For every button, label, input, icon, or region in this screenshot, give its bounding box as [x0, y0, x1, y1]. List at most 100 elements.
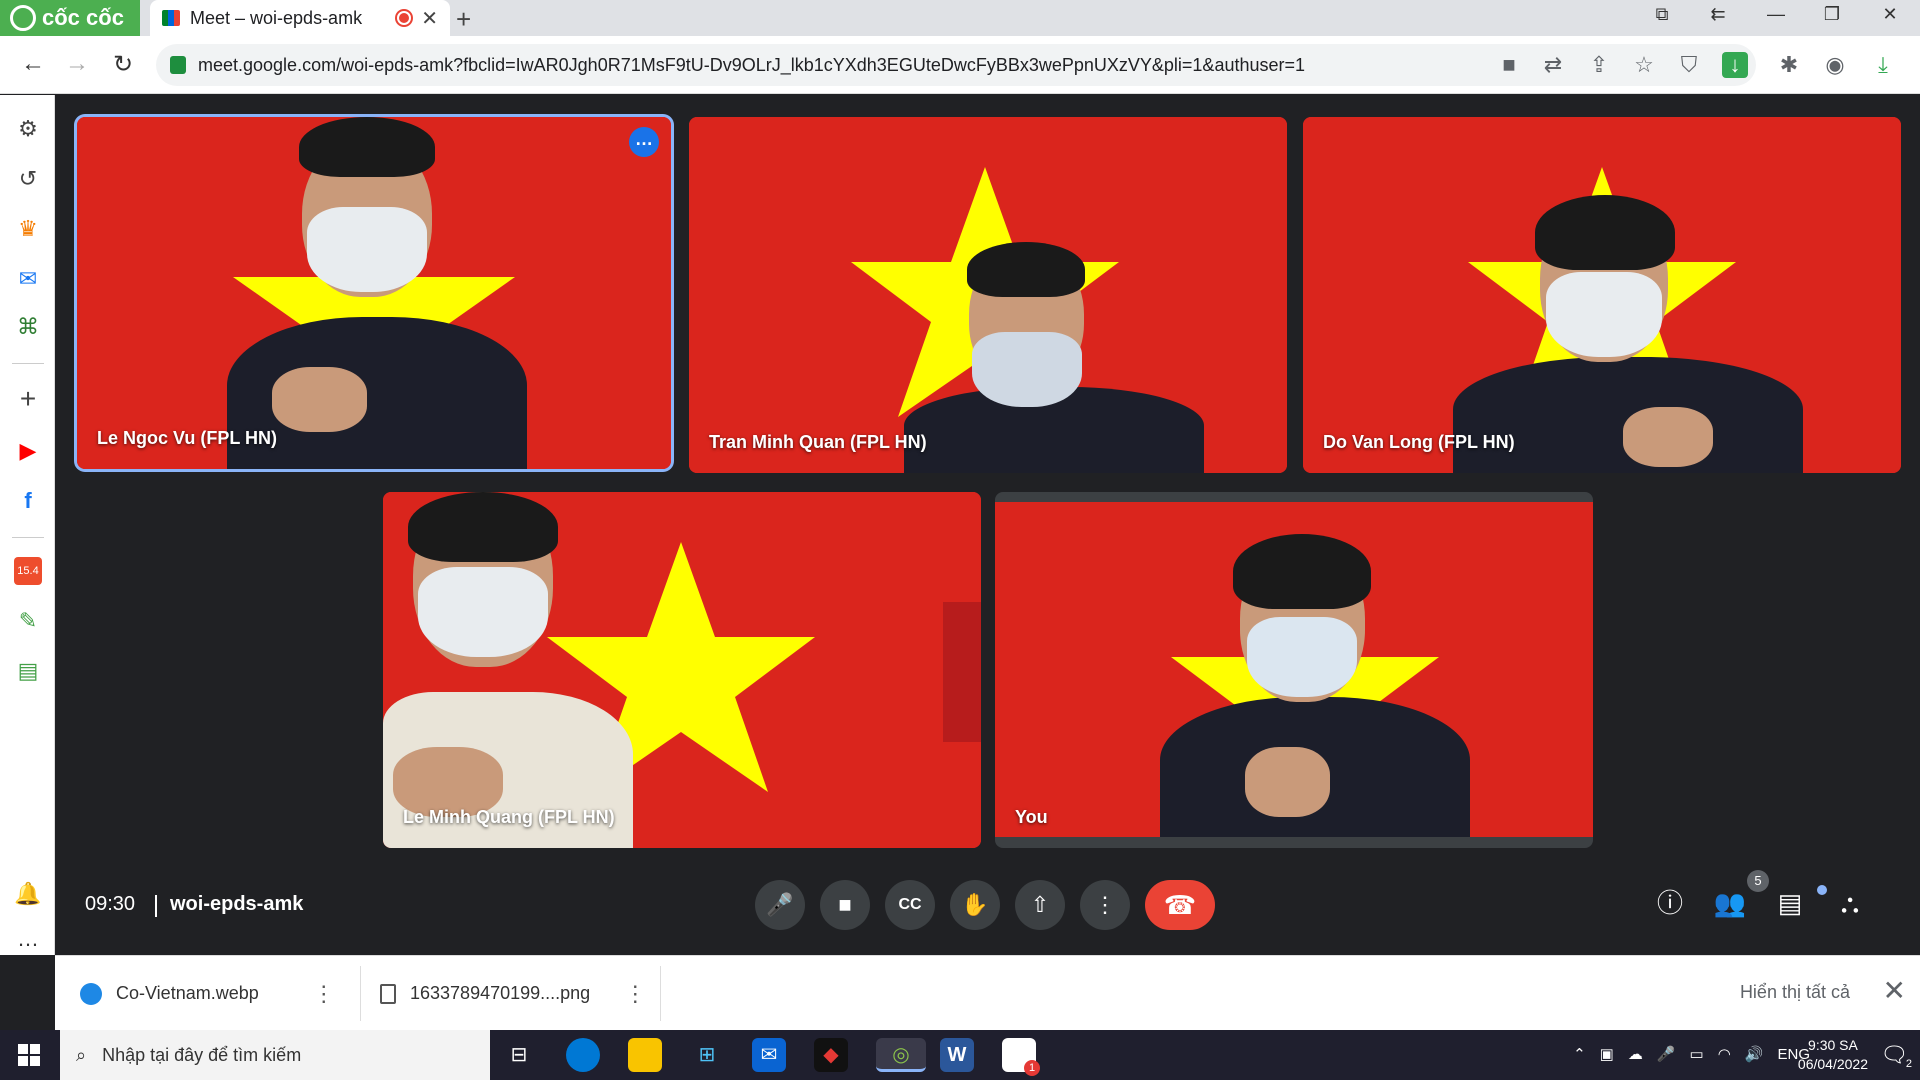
- windows-start-icon[interactable]: [18, 1044, 40, 1066]
- taskbar-search[interactable]: ⌕ Nhập tại đây để tìm kiếm: [60, 1030, 490, 1080]
- edge-file-icon: [80, 982, 102, 1005]
- forward-button[interactable]: →: [62, 50, 92, 78]
- chevron-up-icon[interactable]: ⌃: [1573, 1045, 1586, 1063]
- participant-hair: [1233, 534, 1371, 609]
- gamepad-icon[interactable]: ⌘: [14, 313, 42, 341]
- participant-name: Le Ngoc Vu (FPL HN): [97, 428, 277, 448]
- meeting-code: woi-epds-amk: [170, 893, 304, 915]
- search-icon: ⌕: [76, 1044, 87, 1065]
- meet-favicon-icon: [162, 10, 180, 26]
- captions-button[interactable]: CC: [885, 880, 935, 930]
- microphone-tray-icon[interactable]: 🎤: [1657, 1045, 1676, 1063]
- coccoc-logo[interactable]: cốc cốc: [0, 0, 140, 36]
- zalo-icon[interactable]: 1: [1002, 1038, 1040, 1076]
- participant-tile[interactable]: Do Van Long (FPL HN): [1303, 117, 1901, 473]
- show-all-downloads-link[interactable]: Hiển thị tất cả: [1740, 982, 1850, 1003]
- close-window-button[interactable]: ✕: [1870, 4, 1910, 25]
- camera-in-use-icon[interactable]: ■: [1496, 52, 1522, 78]
- tab-title: Meet – woi-epds-amk: [190, 7, 363, 28]
- camera-button[interactable]: ■: [820, 880, 870, 930]
- wifi-icon[interactable]: ◠: [1718, 1045, 1731, 1063]
- browser-tab[interactable]: Meet – woi-epds-amk ✕: [150, 0, 450, 36]
- face-mask: [972, 332, 1082, 407]
- settings-icon[interactable]: ⚙: [14, 115, 42, 143]
- share-icon[interactable]: ⇪: [1586, 52, 1612, 78]
- extensions-icon[interactable]: ✱: [1776, 52, 1802, 78]
- task-view-icon[interactable]: ⊟: [502, 1038, 536, 1072]
- download-options-icon[interactable]: ⋮: [624, 981, 646, 1007]
- participant-hair: [967, 242, 1085, 297]
- meet-control-bar: 09:30 woi-epds-amk 🎤 ■ CC ✋ ⇧ ⋮ ☎ ⓘ 👥 5 …: [55, 855, 1920, 955]
- savior-download-icon[interactable]: ↓: [1722, 52, 1748, 78]
- profile-icon[interactable]: ◉: [1822, 52, 1848, 78]
- secure-lock-icon[interactable]: [170, 56, 186, 74]
- close-tab-icon[interactable]: ✕: [421, 6, 438, 31]
- translate-icon[interactable]: ⇄: [1540, 52, 1566, 78]
- image-file-icon: [380, 983, 396, 1004]
- minimize-button[interactable]: —: [1756, 4, 1796, 25]
- volume-icon[interactable]: 🔊: [1745, 1045, 1764, 1063]
- raise-hand-button[interactable]: ✋: [950, 880, 1000, 930]
- people-count-badge: 5: [1747, 870, 1769, 892]
- store-icon[interactable]: ⊞: [690, 1038, 724, 1072]
- crown-icon[interactable]: ♛: [14, 215, 42, 243]
- hand-on-chest: [1623, 407, 1713, 467]
- battery-icon[interactable]: ▭: [1690, 1045, 1704, 1063]
- adblock-shield-icon[interactable]: ⛉: [1676, 52, 1702, 78]
- participant-name: You: [1015, 807, 1048, 827]
- participant-hair: [1535, 195, 1675, 270]
- reload-button[interactable]: ↻: [108, 50, 138, 79]
- edge-icon[interactable]: [566, 1038, 600, 1072]
- youtube-icon[interactable]: ▶: [14, 437, 42, 465]
- history-icon[interactable]: ↺: [14, 165, 42, 193]
- more-icon[interactable]: …: [14, 925, 42, 953]
- bar-divider: [155, 895, 157, 917]
- sheet-icon[interactable]: ▤: [14, 657, 42, 685]
- meet-tray-icon[interactable]: ▣: [1600, 1045, 1614, 1063]
- downloads-icon[interactable]: ⤓: [1870, 52, 1896, 78]
- participant-tile[interactable]: … Le Ngoc Vu (FPL HN): [77, 117, 671, 469]
- activities-icon[interactable]: ⛬: [1832, 885, 1868, 921]
- download-item[interactable]: Co-Vietnam.webp ⋮: [80, 956, 335, 1031]
- bookmark-star-icon[interactable]: ☆: [1631, 52, 1657, 78]
- add-icon[interactable]: +: [14, 385, 42, 413]
- sidebar-toggle-icon[interactable]: ⇇: [1698, 4, 1738, 25]
- download-item[interactable]: 1633789470199....png ⋮: [380, 956, 646, 1031]
- microphone-button[interactable]: 🎤: [755, 880, 805, 930]
- more-options-button[interactable]: ⋮: [1080, 880, 1130, 930]
- mail-icon[interactable]: ✉: [752, 1038, 786, 1072]
- download-options-icon[interactable]: ⋮: [313, 981, 335, 1007]
- sidebar-divider: [12, 363, 44, 364]
- participant-tile[interactable]: Tran Minh Quan (FPL HN): [689, 117, 1287, 473]
- meeting-info-icon[interactable]: ⓘ: [1652, 885, 1688, 921]
- present-screen-button[interactable]: ⇧: [1015, 880, 1065, 930]
- more-options-button[interactable]: …: [629, 127, 659, 157]
- messenger-icon[interactable]: ✉: [14, 265, 42, 293]
- chat-icon[interactable]: ▤: [1772, 885, 1808, 921]
- end-call-button[interactable]: ☎: [1145, 880, 1215, 930]
- participant-hair: [299, 117, 435, 177]
- restore-button[interactable]: ❐: [1812, 4, 1852, 25]
- file-explorer-icon[interactable]: [628, 1038, 662, 1072]
- facebook-icon[interactable]: f: [14, 487, 42, 515]
- shopee-icon[interactable]: 15.4: [14, 557, 42, 585]
- participant-hair: [408, 492, 558, 562]
- taskbar-clock[interactable]: 9:30 SA 06/04/2022: [1798, 1036, 1868, 1074]
- close-shelf-icon[interactable]: ✕: [1883, 974, 1906, 1007]
- taskbar-date: 06/04/2022: [1797, 1056, 1868, 1072]
- back-button[interactable]: ←: [18, 50, 48, 78]
- onedrive-icon[interactable]: ☁: [1628, 1045, 1643, 1063]
- participant-tile[interactable]: Le Minh Quang (FPL HN): [383, 492, 981, 848]
- garena-icon[interactable]: ◆: [814, 1038, 848, 1072]
- bell-icon[interactable]: 🔔: [14, 880, 42, 908]
- coccoc-taskbar-icon[interactable]: ◎: [876, 1038, 926, 1072]
- people-icon[interactable]: 👥: [1712, 885, 1748, 921]
- word-icon[interactable]: W: [940, 1038, 974, 1072]
- self-view-tile[interactable]: You: [995, 492, 1593, 848]
- hand-on-chest: [1245, 747, 1330, 817]
- lottery-icon[interactable]: ✎: [14, 607, 42, 635]
- new-tab-button[interactable]: +: [456, 4, 471, 35]
- screenshot-icon[interactable]: ⧉: [1642, 4, 1682, 25]
- face-mask: [1247, 617, 1357, 697]
- action-center-icon[interactable]: 🗨 2: [1880, 1042, 1912, 1070]
